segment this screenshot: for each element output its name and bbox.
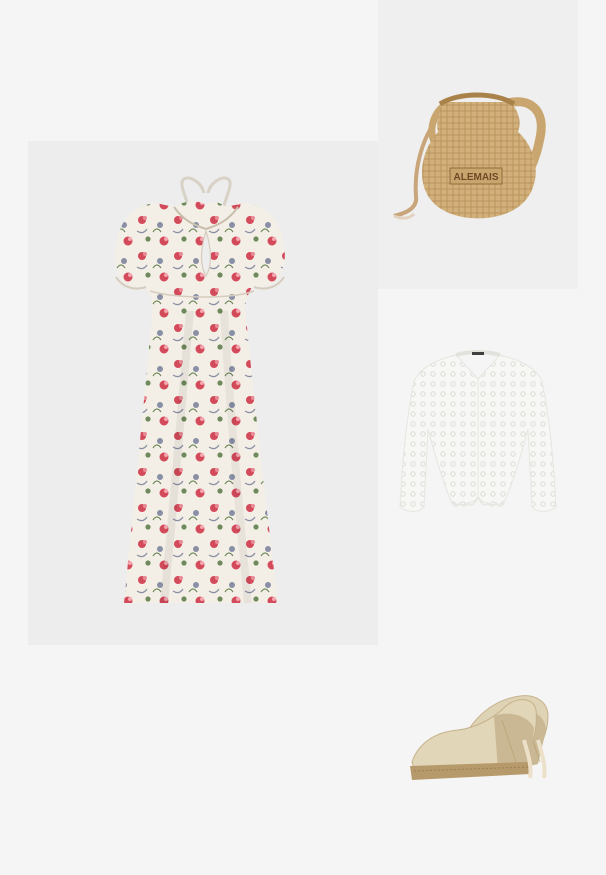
cardigan-panel[interactable] bbox=[378, 289, 578, 579]
cardigan-left-front bbox=[399, 354, 479, 512]
espadrille-wedges-image bbox=[410, 695, 549, 780]
bag-body bbox=[422, 102, 536, 219]
shoes-panel[interactable] bbox=[378, 670, 578, 820]
cardigan-neck-label bbox=[472, 352, 484, 355]
dress-panel[interactable] bbox=[28, 141, 378, 645]
woven-straw-bag-image: ALEMAIS bbox=[393, 92, 546, 220]
bag-brand-label: ALEMAIS bbox=[454, 172, 499, 183]
outfit-collage: { "collage": { "background": "#f5f5f5", … bbox=[0, 0, 606, 875]
floral-maxi-dress-image bbox=[115, 176, 285, 604]
bag-panel[interactable]: ALEMAIS bbox=[378, 0, 578, 289]
cardigan-right-front bbox=[477, 354, 557, 512]
crochet-cardigan-image bbox=[399, 350, 557, 512]
